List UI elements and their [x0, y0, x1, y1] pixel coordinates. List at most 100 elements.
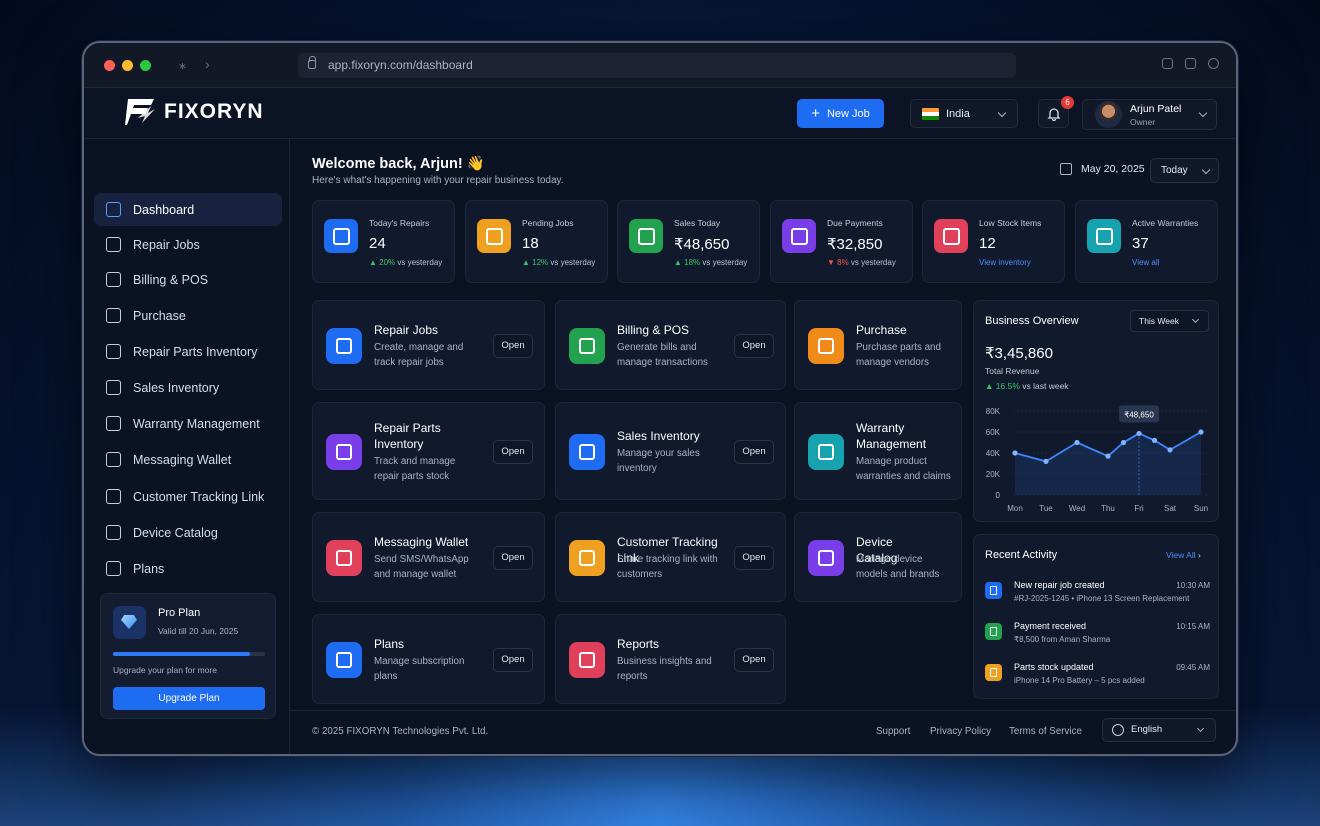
- x-tick-label: Sat: [1164, 504, 1177, 513]
- open-button[interactable]: Open: [734, 648, 774, 672]
- history-icon[interactable]: [1208, 58, 1219, 69]
- module-card-messaging-wallet[interactable]: Messaging Wallet Send SMS/WhatsApp and ma…: [312, 512, 545, 602]
- box-icon: [106, 344, 121, 359]
- tooltip-text: ₹48,650: [1124, 410, 1154, 419]
- crown-icon: [326, 642, 362, 678]
- module-title: Repair Parts Inventory: [374, 421, 441, 451]
- sidebar-item-label: Messaging Wallet: [133, 452, 232, 467]
- sidebar-item-label: Billing & POS: [133, 272, 209, 287]
- module-card-purchase[interactable]: Purchase Purchase parts and manage vendor…: [794, 300, 962, 390]
- module-card-plans[interactable]: Plans Manage subscription plans Open: [312, 614, 545, 704]
- module-card-reports[interactable]: Reports Business insights and reports Open: [555, 614, 786, 704]
- sidebar-item-device-catalog[interactable]: Device Catalog: [94, 516, 282, 549]
- stat-delta-suffix: vs yesterday: [700, 258, 748, 267]
- stat-link[interactable]: View inventory: [979, 258, 1031, 267]
- close-window-button[interactable]: [104, 60, 115, 71]
- sidebar-item-customer-tracking-link[interactable]: Customer Tracking Link: [94, 480, 282, 513]
- stat-value: ₹48,650: [674, 236, 730, 253]
- date-range-select[interactable]: Today: [1150, 158, 1219, 183]
- sidebar-item-purchase[interactable]: Purchase: [94, 299, 282, 332]
- country-select[interactable]: India: [910, 99, 1018, 128]
- sidebar-item-dashboard[interactable]: Dashboard: [94, 193, 282, 226]
- stat-delta-suffix: vs yesterday: [848, 258, 896, 267]
- open-button[interactable]: Open: [493, 648, 533, 672]
- stat-link[interactable]: View all: [1132, 258, 1159, 267]
- sidebar-item-repair-jobs[interactable]: Repair Jobs: [94, 228, 282, 261]
- open-button[interactable]: Open: [734, 546, 774, 570]
- language-select[interactable]: English: [1102, 718, 1216, 742]
- activity-item[interactable]: Parts stock updated iPhone 14 Pro Battery…: [985, 662, 1210, 696]
- support-link[interactable]: Support: [876, 726, 910, 737]
- new-job-button[interactable]: + New Job: [797, 99, 884, 128]
- minimize-window-button[interactable]: [122, 60, 133, 71]
- privacy-policy-link[interactable]: Privacy Policy: [930, 726, 991, 737]
- maximize-window-button[interactable]: [140, 60, 151, 71]
- copyright-text: © 2025 FIXORYN Technologies Pvt. Ltd.: [312, 726, 489, 737]
- activity-description: iPhone 14 Pro Battery – 5 pcs added: [1014, 676, 1145, 685]
- stat-value: 18: [522, 235, 539, 252]
- shield-icon: [808, 434, 844, 470]
- brand-logo[interactable]: FIXORYN: [124, 97, 264, 127]
- stat-delta: ▲ 20% vs yesterday: [369, 258, 442, 267]
- stat-value: 37: [1132, 235, 1149, 252]
- sidebar-item-repair-parts-inventory[interactable]: Repair Parts Inventory: [94, 335, 282, 368]
- y-tick-label: 80K: [986, 407, 1001, 416]
- module-card-billing-pos[interactable]: Billing & POS Generate bills and manage t…: [555, 300, 786, 390]
- globe-icon: [1112, 724, 1124, 736]
- upgrade-plan-button[interactable]: Upgrade Plan: [113, 687, 265, 710]
- sidebar-item-plans[interactable]: Plans: [94, 552, 282, 585]
- sidebar: Dashboard Repair Jobs Billing & POS Purchas…: [84, 139, 290, 754]
- footer: © 2025 FIXORYN Technologies Pvt. Ltd. Su…: [290, 710, 1236, 754]
- stat-delta: ▲ 18% vs yesterday: [674, 258, 747, 267]
- document-icon: [569, 328, 605, 364]
- module-title: Messaging Wallet: [374, 535, 469, 549]
- url-text: app.fixoryn.com/dashboard: [328, 58, 473, 72]
- module-card-repair-parts-inventory[interactable]: Repair Parts Inventory Track and manage r…: [312, 402, 545, 500]
- share-icon[interactable]: [1185, 58, 1196, 69]
- stat-label: Pending Jobs: [522, 218, 574, 228]
- open-button[interactable]: Open: [493, 440, 533, 464]
- data-point: [1167, 447, 1173, 453]
- business-overview-panel: Business Overview This Week ₹3,45,860 To…: [973, 300, 1219, 522]
- module-card-customer-tracking-link[interactable]: Customer Tracking Link Share tracking lin…: [555, 512, 786, 602]
- activity-title: New repair job created: [1014, 580, 1105, 590]
- module-card-warranty-management[interactable]: Warranty Management Manage product warran…: [794, 402, 962, 500]
- sidebar-item-billing-pos[interactable]: Billing & POS: [94, 263, 282, 296]
- chevron-down-icon: [1196, 724, 1205, 733]
- user-menu[interactable]: Arjun Patel Owner: [1082, 99, 1217, 130]
- activity-item[interactable]: Payment received ₹8,500 from Aman Sharma 1…: [985, 621, 1210, 655]
- date-display: May 20, 2025: [1060, 163, 1145, 175]
- forward-icon[interactable]: ›: [205, 56, 210, 72]
- brand-name: FIXORYN: [164, 100, 264, 123]
- sidebar-toggle-icon[interactable]: ⁎: [179, 56, 186, 73]
- open-button[interactable]: Open: [734, 440, 774, 464]
- download-icon[interactable]: [1162, 58, 1173, 69]
- view-all-link[interactable]: View All ›: [1166, 550, 1201, 560]
- terms-link[interactable]: Terms of Service: [1009, 726, 1082, 737]
- open-button[interactable]: Open: [493, 546, 533, 570]
- user-role: Owner: [1130, 117, 1156, 127]
- cart-icon: [808, 328, 844, 364]
- module-description: Business insights and reports: [617, 656, 712, 682]
- plan-name: Pro Plan: [158, 607, 201, 619]
- stat-icon: [1087, 219, 1121, 253]
- address-bar[interactable]: app.fixoryn.com/dashboard: [298, 53, 1016, 78]
- activity-item[interactable]: New repair job created #RJ-2025-1245 • iP…: [985, 580, 1210, 614]
- view-all-label: View All: [1166, 550, 1196, 560]
- sidebar-item-messaging-wallet[interactable]: Messaging Wallet: [94, 443, 282, 476]
- plan-note: Upgrade your plan for more: [113, 665, 217, 675]
- module-card-sales-inventory[interactable]: Sales Inventory Manage your sales invento…: [555, 402, 786, 500]
- open-button[interactable]: Open: [734, 334, 774, 358]
- sidebar-item-label: Dashboard: [133, 202, 195, 217]
- module-card-device-catalog[interactable]: Device Catalog Manage device models and b…: [794, 512, 962, 602]
- module-card-repair-jobs[interactable]: Repair Jobs Create, manage and track repa…: [312, 300, 545, 390]
- sidebar-item-warranty-management[interactable]: Warranty Management: [94, 407, 282, 440]
- sidebar-item-sales-inventory[interactable]: Sales Inventory: [94, 371, 282, 404]
- open-button[interactable]: Open: [493, 334, 533, 358]
- module-description: Create, manage and track repair jobs: [374, 342, 464, 368]
- notifications-button[interactable]: 6: [1038, 96, 1074, 128]
- stat-delta: ▲ 12% vs yesterday: [522, 258, 595, 267]
- link-icon: [106, 489, 121, 504]
- crown-icon: [106, 561, 121, 576]
- fixoryn-logo-icon: [125, 99, 155, 125]
